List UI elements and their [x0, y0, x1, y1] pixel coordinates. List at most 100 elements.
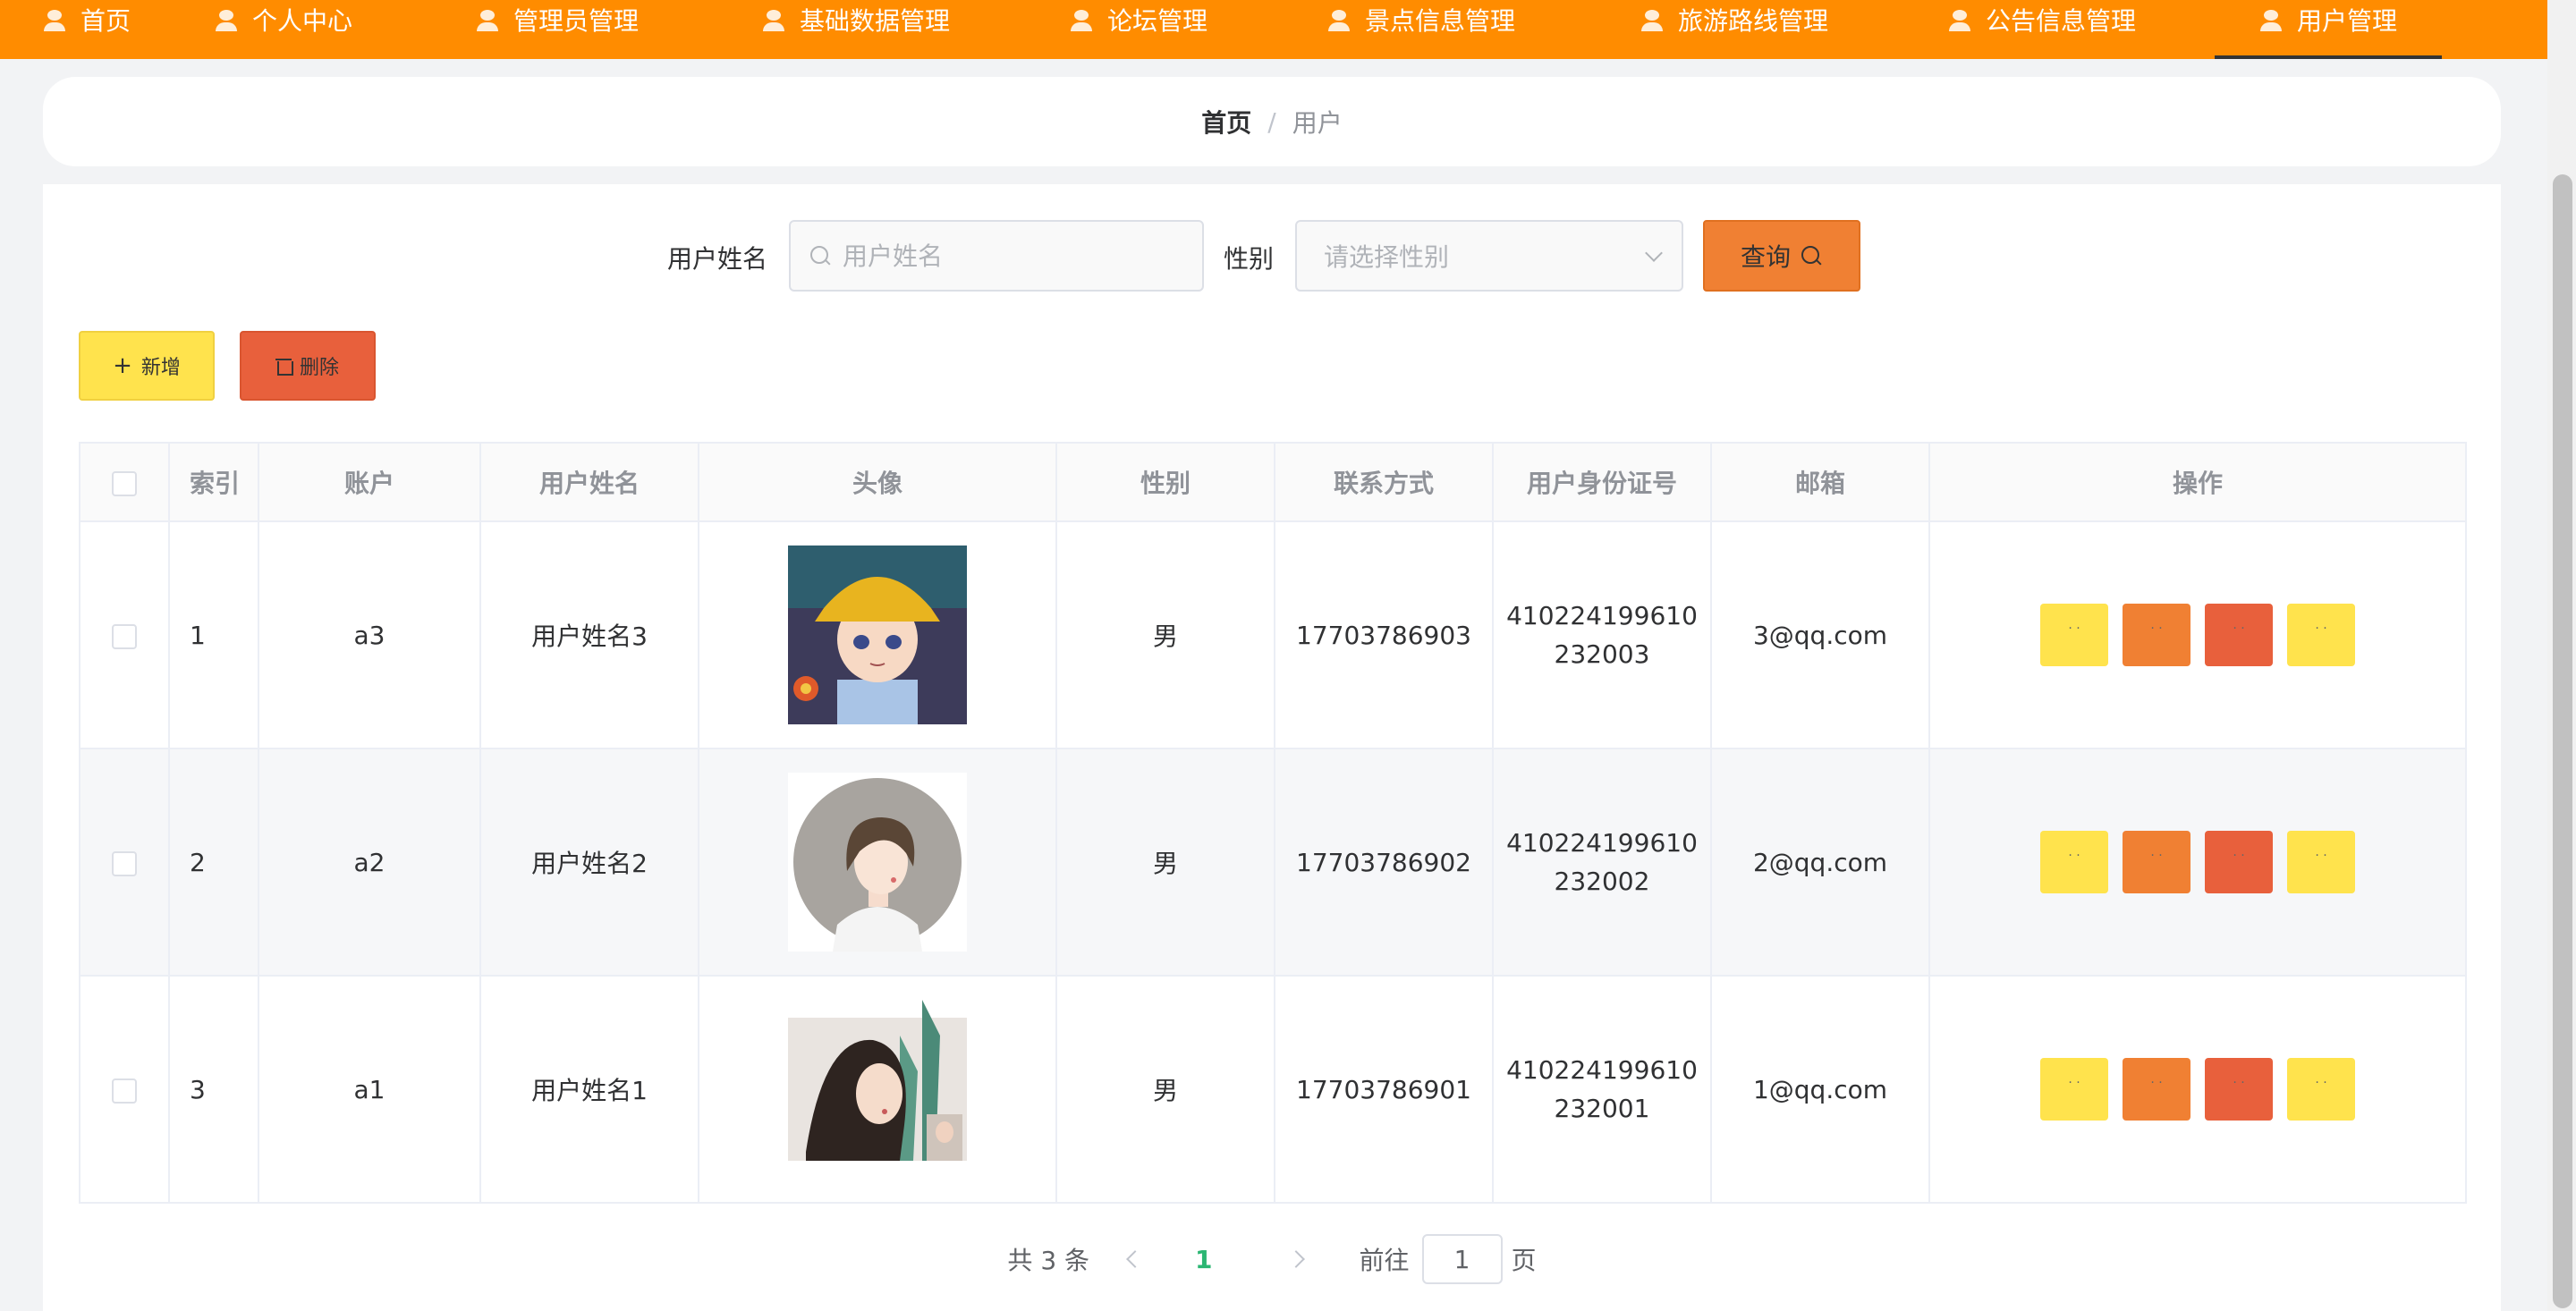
- search-icon: [1800, 244, 1823, 267]
- plus-icon: +: [113, 352, 132, 379]
- row-id-number: 410224199610 232003: [1492, 520, 1712, 749]
- header-index: 索引: [168, 442, 259, 522]
- detail-button[interactable]: [2040, 604, 2108, 666]
- row-phone: 17703786903: [1274, 520, 1494, 749]
- row-gender: 男: [1055, 975, 1275, 1204]
- nav-item-user-management[interactable]: 用户管理: [2214, 0, 2443, 59]
- id-number-line-2: 232003: [1554, 639, 1650, 669]
- scrollbar-thumb[interactable]: [2553, 174, 2572, 1308]
- row-checkbox[interactable]: [112, 1078, 137, 1104]
- gender-select-placeholder: 请选择性别: [1324, 242, 1450, 272]
- user-icon: [215, 8, 238, 31]
- row-name: 用户姓名1: [479, 975, 699, 1204]
- query-button[interactable]: 查询: [1703, 220, 1860, 292]
- row-id-number: 410224199610 232002: [1492, 748, 1712, 977]
- forum-icon: [1070, 8, 1093, 31]
- nav-item-personal-center[interactable]: 个人中心: [215, 0, 352, 59]
- nav-item-label: 首页: [80, 6, 131, 36]
- select-all-checkbox[interactable]: [112, 470, 137, 496]
- id-number-line-2: 232001: [1554, 1094, 1650, 1123]
- nav-item-label: 旅游路线管理: [1678, 6, 1829, 36]
- goto-label: 前往: [1359, 1246, 1410, 1275]
- nav-item-label: 个人中心: [252, 6, 353, 36]
- page-number-current[interactable]: 1: [1195, 1245, 1212, 1274]
- header-actions: 操作: [1928, 442, 2467, 522]
- nav-item-scenic-spots[interactable]: 景点信息管理: [1327, 0, 1515, 59]
- chevron-down-icon: [1645, 244, 1663, 262]
- nav-item-label: 景点信息管理: [1365, 6, 1516, 36]
- reset-password-button[interactable]: [2287, 831, 2355, 893]
- nav-item-admin-management[interactable]: 管理员管理: [476, 0, 639, 59]
- goto-page-input[interactable]: [1421, 1234, 1503, 1284]
- nav-item-travel-routes[interactable]: 旅游路线管理: [1640, 0, 1828, 59]
- nav-item-forum[interactable]: 论坛管理: [1070, 0, 1208, 59]
- breadcrumb: 首页 / 用户: [43, 77, 2501, 166]
- user-icon: [1640, 8, 1664, 31]
- nav-item-basic-data[interactable]: 基础数据管理: [762, 0, 950, 59]
- edit-button[interactable]: [2123, 604, 2190, 666]
- top-nav: 首页 个人中心 管理员管理 基础数据管理 论坛管理 景点信息管理 旅游路线管理 …: [0, 0, 2547, 59]
- query-button-label: 查询: [1740, 242, 1791, 272]
- add-button[interactable]: + 新增: [79, 331, 215, 401]
- user-table: 索引 账户 用户姓名 头像 性别 联系方式 用户身份证号 邮箱 操作 1 a3 …: [79, 442, 2467, 1204]
- header-select-all[interactable]: [79, 442, 170, 522]
- header-id-number: 用户身份证号: [1492, 442, 1712, 522]
- page-unit-label: 页: [1511, 1246, 1537, 1275]
- row-checkbox[interactable]: [112, 850, 137, 876]
- nav-item-notices[interactable]: 公告信息管理: [1948, 0, 2136, 59]
- trash-icon: [275, 358, 293, 376]
- delete-row-button[interactable]: [2205, 831, 2273, 893]
- table-row: 1 a3 用户姓名3 男 17703786903 410224199610 23…: [79, 520, 2467, 749]
- row-gender: 男: [1055, 748, 1275, 977]
- reset-password-button[interactable]: [2287, 604, 2355, 666]
- id-number-line-1: 410224199610: [1506, 828, 1698, 858]
- delete-row-button[interactable]: [2205, 604, 2273, 666]
- row-checkbox[interactable]: [112, 623, 137, 649]
- avatar: [788, 1000, 967, 1179]
- prev-page-icon[interactable]: [1126, 1250, 1144, 1268]
- notice-icon: [1948, 8, 1971, 31]
- delete-row-button[interactable]: [2205, 1058, 2273, 1121]
- reset-password-button[interactable]: [2287, 1058, 2355, 1121]
- breadcrumb-home[interactable]: 首页: [1201, 104, 1251, 140]
- detail-button[interactable]: [2040, 1058, 2108, 1121]
- delete-button[interactable]: 删除: [240, 331, 376, 401]
- nav-item-label: 用户管理: [2297, 6, 2398, 36]
- search-form: 用户姓名 性别 请选择性别 查询: [43, 220, 2501, 292]
- row-name: 用户姓名2: [479, 748, 699, 977]
- delete-button-label: 删除: [299, 357, 339, 379]
- nav-item-home[interactable]: 首页: [43, 0, 131, 59]
- name-search-input[interactable]: [843, 241, 1182, 271]
- row-actions: [1930, 1058, 2465, 1121]
- header-phone: 联系方式: [1274, 442, 1494, 522]
- header-name: 用户姓名: [479, 442, 699, 522]
- detail-button[interactable]: [2040, 831, 2108, 893]
- row-index: 2: [168, 748, 259, 977]
- table-header-row: 索引 账户 用户姓名 头像 性别 联系方式 用户身份证号 邮箱 操作: [79, 442, 2467, 522]
- row-actions: [1930, 604, 2465, 666]
- row-account: a2: [258, 748, 481, 977]
- home-icon: [43, 8, 66, 31]
- pagination: 共 3 条 1 前往 页: [43, 1223, 2501, 1295]
- row-account: a3: [258, 520, 481, 749]
- id-number-line-2: 232002: [1554, 867, 1650, 896]
- name-search-field[interactable]: [789, 220, 1204, 292]
- row-index: 1: [168, 520, 259, 749]
- row-email: 2@qq.com: [1710, 748, 1930, 977]
- edit-button[interactable]: [2123, 831, 2190, 893]
- next-page-icon[interactable]: [1286, 1250, 1305, 1268]
- edit-button[interactable]: [2123, 1058, 2190, 1121]
- gender-label: 性别: [1224, 244, 1275, 274]
- user-icon: [1327, 8, 1351, 31]
- pagination-total: 共 3 条: [1007, 1246, 1090, 1275]
- gender-select[interactable]: 请选择性别: [1295, 220, 1683, 292]
- row-phone: 17703786901: [1274, 975, 1494, 1204]
- row-email: 3@qq.com: [1710, 520, 1930, 749]
- header-avatar: 头像: [698, 442, 1057, 522]
- page-scrollbar[interactable]: [2547, 0, 2576, 1311]
- user-icon: [2259, 8, 2283, 31]
- name-search-label: 用户姓名: [667, 244, 768, 274]
- header-gender: 性别: [1055, 442, 1275, 522]
- row-gender: 男: [1055, 520, 1275, 749]
- id-number-line-1: 410224199610: [1506, 601, 1698, 630]
